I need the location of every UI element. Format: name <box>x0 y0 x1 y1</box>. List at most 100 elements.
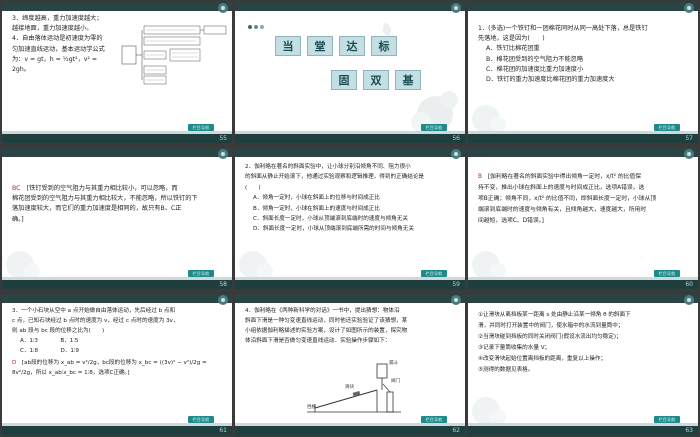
text-line: 2．伽利略在著名的斜面实验中，让小球分别沿倾角不同、阻力很小 <box>245 164 411 170</box>
answer-label: BC <box>12 185 21 192</box>
text-line: 小组依据伽利略描述的实验方案，设计了如图所示的装置，探究物 <box>245 328 408 334</box>
top-bar <box>468 294 698 303</box>
title-char: 堂 <box>307 36 333 56</box>
gear-icon <box>218 149 228 159</box>
gear-icon <box>684 295 694 305</box>
title-char: 标 <box>371 36 397 56</box>
nav-button[interactable]: 栏目导航 <box>654 124 680 131</box>
slide-text: 3．缔度越高，重力加速度越大； 越接地面，重力加速度越小。 4．自由落体运动是初… <box>12 14 114 75</box>
option-line: B．倾角一定时，小球在斜面上的速度与时间成正比 <box>253 205 380 212</box>
page-number: 59 <box>452 281 460 288</box>
footer-bar <box>468 134 698 143</box>
text-line: 3．缔度越高，重力加速度越大； <box>12 15 103 22</box>
text-line: 4．自由落体运动是初速度为零的 <box>12 35 103 43</box>
slide-61[interactable]: 3．一个小石块从空中 a 点开始做自由落体运动，先后经过 b 点和 c 点，已知… <box>2 294 232 435</box>
slide-text: 4．伽利略在《两种新科学的对话》一书中，提出猜想：物体沿 斜面下滑是一种匀变速直… <box>245 306 457 346</box>
text-line: 滑，并同时打开装置中的阀门，使水箱中的水流到量筒中； <box>478 323 624 329</box>
footer-bar <box>235 280 465 289</box>
top-bar <box>235 294 465 303</box>
concept-map-diagram <box>121 25 227 85</box>
option-line: C．棉花团的加速度比重力加速度小 <box>486 65 584 73</box>
footer-bar <box>2 426 232 435</box>
slide-56[interactable]: 当 堂 达 标 固 双 基 栏目导航 56 <box>235 2 465 143</box>
text-line: ②当滑块碰到挡板的同时关闭阀门(假设水流出均匀稳定)； <box>478 334 622 340</box>
top-bar <box>468 2 698 11</box>
text-line: 先落地，这是因为( ) <box>478 35 545 43</box>
nav-button[interactable]: 栏目导航 <box>421 270 447 277</box>
text-line: ③记录下量筒收集的水量 V； <box>478 345 551 351</box>
footer-bar <box>235 426 465 435</box>
figure-label: 漏斗 <box>389 359 398 366</box>
title-char: 当 <box>275 36 301 56</box>
slide-62[interactable]: 4．伽利略在《两种新科学的对话》一书中，提出猜想：物体沿 斜面下滑是一种匀变速直… <box>235 294 465 435</box>
top-bar <box>2 294 232 303</box>
nav-button[interactable]: 栏目导航 <box>654 270 680 277</box>
footer-bar <box>2 134 232 143</box>
text-line: 则 ab 段与 bc 段的位移之比为( ) <box>12 328 105 334</box>
top-bar <box>468 148 698 157</box>
text-line: ⑤测得的数据见表格。 <box>478 367 534 373</box>
incline-apparatus-figure: 挡板 阀门 滑块 漏斗 <box>307 359 401 413</box>
text-line: 落加速度较大，而它们的重力加速度是相同的，故只有B、C正 <box>12 205 182 213</box>
text-line: 体沿斜面下滑是否做匀变速直线运动．实验操作步骤如下： <box>245 338 391 344</box>
page-number: 60 <box>685 281 693 288</box>
option-line: A．倾角一定时，小球在斜面上的位移与时间成正比 <box>253 195 380 202</box>
flower-icon <box>472 251 506 279</box>
slide-text: ①让滑块从离挡板某一距离 s 处由静止沿某一倾角 θ 的斜面下 滑，并同时打开装… <box>478 310 690 376</box>
option-line: C．斜面长度一定时，小球从顶端滚到底端时的速度与倾角无关 <box>253 216 408 223</box>
flower-icon <box>472 397 506 425</box>
text-line: 持不变，推出小球在斜面上的速度与时间成正比，选项A错误，选 <box>478 185 645 191</box>
option-line: D．斜面长度一定时，小球从顶端滚到底端所需的时间与倾角无关 <box>253 226 414 233</box>
slide-57[interactable]: 1．(多选)一个铁钉和一团棉花同时从同一高处下落，总是铁钉 先落地，这是因为( … <box>468 2 698 143</box>
answer-label: B <box>478 174 482 180</box>
slide-text: 3．一个小石块从空中 a 点开始做自由落体运动，先后经过 b 点和 c 点，已知… <box>12 306 224 378</box>
answer-text: [铁钉受到的空气阻力与其重力相比较小，可以忽略，而 <box>26 185 178 192</box>
answer-text: [伽利略在著名的斜面实验中得出倾角一定时，x/t² 的比值保 <box>487 174 642 180</box>
gear-icon <box>451 149 461 159</box>
subtitle-char: 基 <box>395 70 421 90</box>
slide-55[interactable]: 3．缔度越高，重力加速度越大； 越接地面，重力加速度越小。 4．自由落体运动是初… <box>2 2 232 143</box>
nav-button[interactable]: 栏目导航 <box>421 124 447 131</box>
top-bar <box>235 148 465 157</box>
slide-59[interactable]: 2．伽利略在著名的斜面实验中，让小球分别沿倾角不同、阻力很小 的斜面从静止开始滚… <box>235 148 465 289</box>
page-number: 63 <box>685 427 693 434</box>
text-line: 匀加速直线运动，基本运动学公式 <box>12 45 105 53</box>
text-line: 3．一个小石块从空中 a 点开始做自由落体运动，先后经过 b 点和 <box>12 308 176 314</box>
nav-button[interactable]: 栏目导航 <box>188 270 214 277</box>
nav-button[interactable]: 栏目导航 <box>421 416 447 423</box>
footer-bar <box>2 280 232 289</box>
top-bar <box>2 2 232 11</box>
text-line: D [ab段的位移为 x_ab = v²/2g，bc段的位移为 x_bc = (… <box>12 358 224 378</box>
option-line: A．铁钉比棉花团重 <box>486 45 540 53</box>
nav-button[interactable]: 栏目导航 <box>188 124 214 131</box>
option-line: B．棉花团受到的空气阻力不能忽略 <box>486 55 584 63</box>
slide-60[interactable]: B [伽利略在著名的斜面实验中得出倾角一定时，x/t² 的比值保 持不变，推出小… <box>468 148 698 289</box>
footer-bar <box>468 426 698 435</box>
text-line: 间越短，选项C、D错误。] <box>478 218 544 224</box>
slide-58[interactable]: BC [铁钉受到的空气阻力与其重力相比较小，可以忽略，而 棉花团受到的空气阻力与… <box>2 148 232 289</box>
gear-icon <box>451 3 461 13</box>
option-line: A．1∶3 B．1∶5 <box>20 338 79 344</box>
slide-63[interactable]: ①让滑块从离挡板某一距离 s 处由静止沿某一倾角 θ 的斜面下 滑，并同时打开装… <box>468 294 698 435</box>
page-number: 56 <box>452 135 460 142</box>
slide-text: B [伽利略在著名的斜面实验中得出倾角一定时，x/t² 的比值保 持不变，推出小… <box>478 172 690 227</box>
slide-grid: 3．缔度越高，重力加速度越大； 越接地面，重力加速度越小。 4．自由落体运动是初… <box>0 0 700 437</box>
gear-icon <box>684 149 694 159</box>
nav-button[interactable]: 栏目导航 <box>188 416 214 423</box>
text-line: 项B正确；倾角不同，x/t² 的比值不同，即斜面长度一定时，小球从顶 <box>478 196 657 202</box>
text-line: 的斜面从静止开始滚下，他通过实验观察和逻辑推理，得到的正确结论是 <box>245 174 425 181</box>
text-line: 越接地面，重力加速度越小。 <box>12 25 93 33</box>
top-bar <box>2 148 232 157</box>
title-char: 达 <box>339 36 365 56</box>
nav-button[interactable]: 栏目导航 <box>654 416 680 423</box>
figure-label: 阀门 <box>391 377 400 384</box>
figure-label: 滑块 <box>345 383 354 390</box>
text-line: B [伽利略在著名的斜面实验中得出倾角一定时，x/t² 的比值保 <box>478 172 690 183</box>
text-line: 斜面下滑是一种匀变速直线运动，同时他还实验验证了该猜想，某 <box>245 318 408 324</box>
footer-bar <box>235 134 465 143</box>
page-number: 58 <box>219 281 227 288</box>
text-line: ④改变滑块起始位置离挡板的距离，重复以上操作； <box>478 356 607 362</box>
text-line: 棉花团受到的空气阻力与其重力相比较大，不能忽略，所以铁钉的下 <box>12 195 198 203</box>
dots-icon <box>248 25 264 29</box>
slide-text: BC [铁钉受到的空气阻力与其重力相比较小，可以忽略，而 棉花团受到的空气阻力与… <box>12 184 224 225</box>
